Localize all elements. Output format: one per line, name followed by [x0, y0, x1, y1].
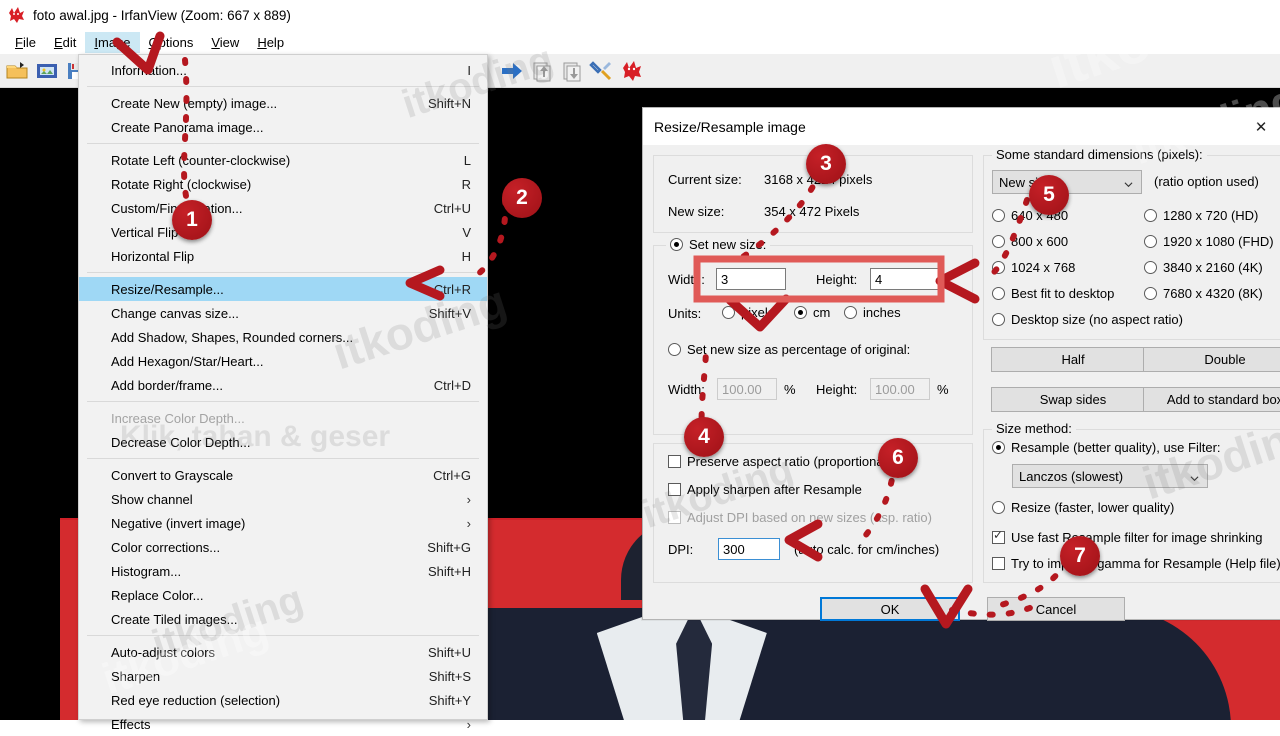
- irfanview-window: foto awal.jpg - IrfanView (Zoom: 667 x 8…: [0, 0, 1280, 732]
- annotation-overlay: [112, 31, 1068, 629]
